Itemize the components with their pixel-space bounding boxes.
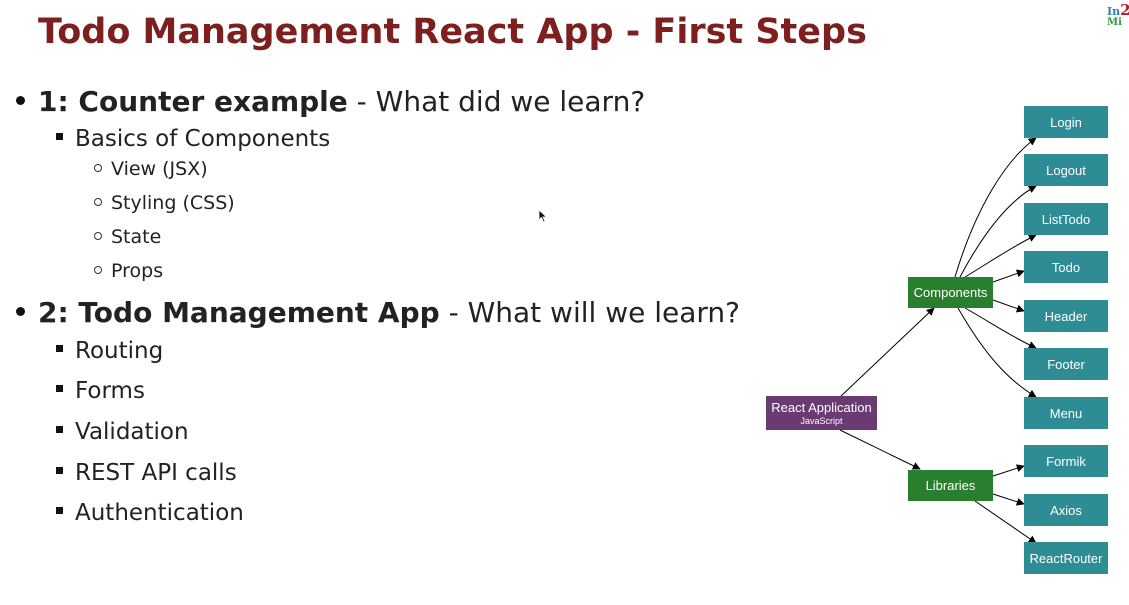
- node-login: Login: [1024, 106, 1108, 138]
- node-footer: Footer: [1024, 348, 1108, 380]
- node-react-application: React Application JavaScript: [766, 396, 877, 430]
- node-libraries: Libraries: [908, 470, 993, 501]
- node-components: Components: [908, 277, 993, 308]
- edge-root-libraries: [839, 429, 921, 470]
- node-listtodo: ListTodo: [1024, 203, 1108, 235]
- edge-components-todo: [992, 269, 1025, 283]
- node-todo: Todo: [1024, 251, 1108, 283]
- edge-libraries-axios: [992, 493, 1025, 506]
- node-logout: Logout: [1024, 154, 1108, 186]
- node-header: Header: [1024, 300, 1108, 332]
- react-architecture-diagram: React Application JavaScript Components …: [0, 0, 1129, 605]
- edge-libraries-formik: [992, 464, 1025, 477]
- node-menu: Menu: [1024, 397, 1108, 429]
- node-reactrouter: ReactRouter: [1024, 542, 1108, 574]
- edge-root-components: [839, 307, 935, 398]
- edge-components-header: [992, 299, 1025, 313]
- node-axios: Axios: [1024, 494, 1108, 526]
- node-formik: Formik: [1024, 445, 1108, 477]
